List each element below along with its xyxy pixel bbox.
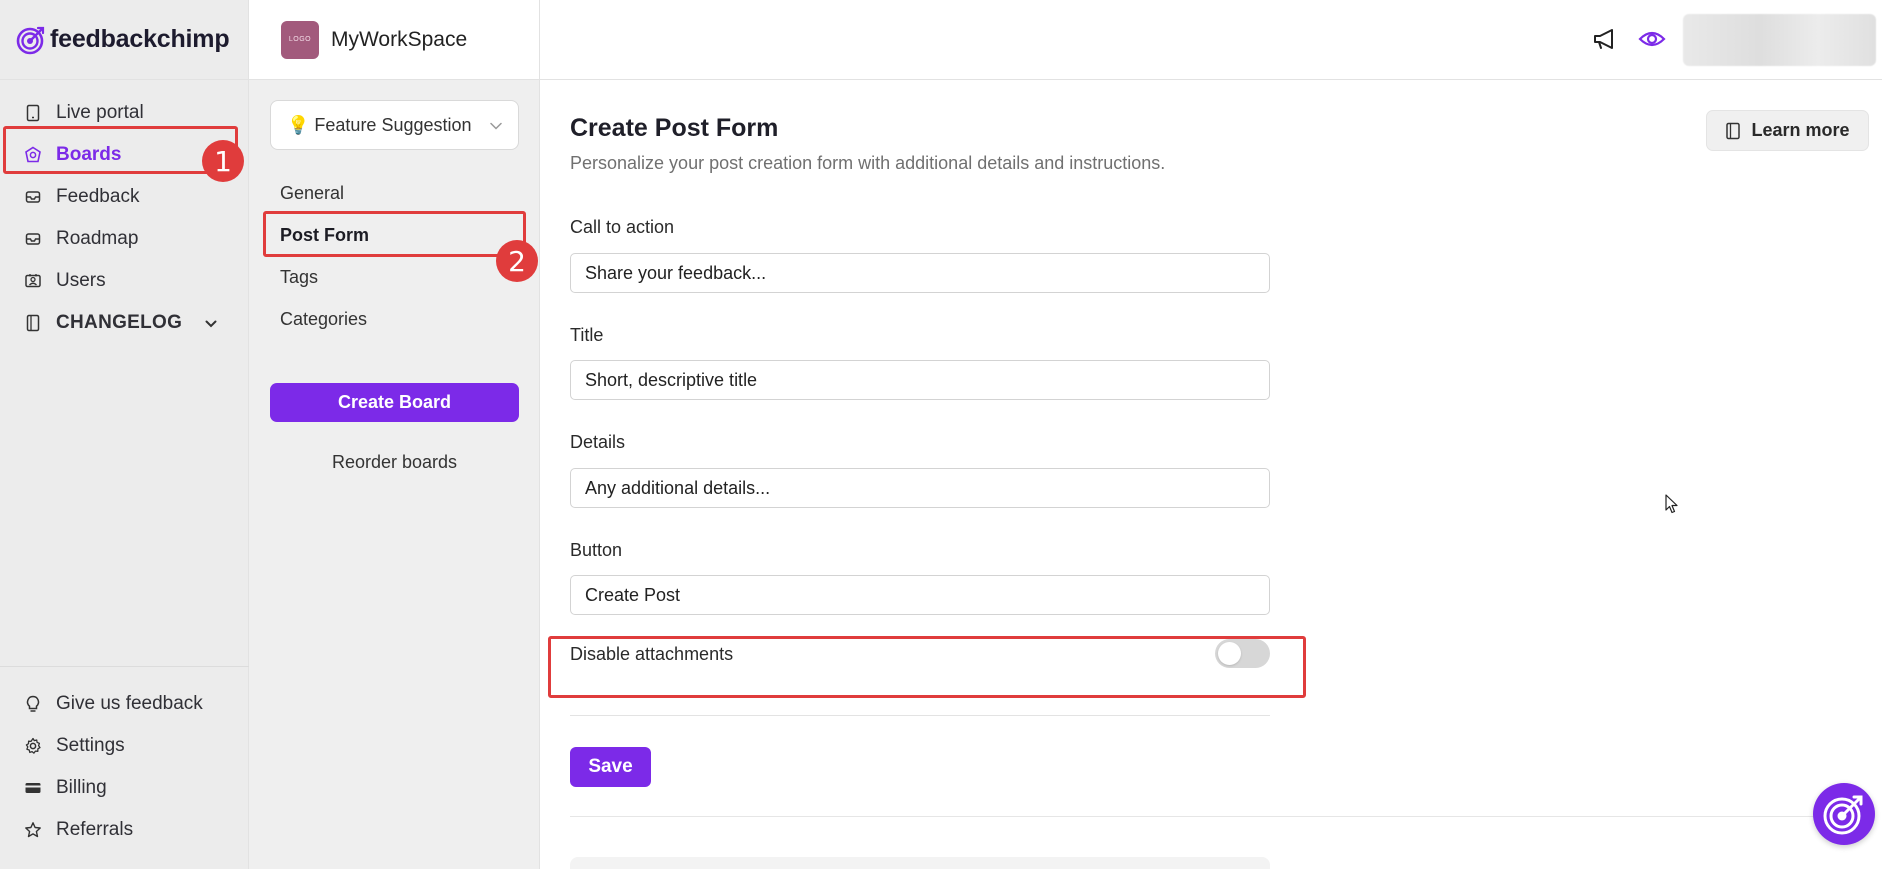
sidebar-item-label: Roadmap bbox=[56, 228, 139, 249]
tab-categories[interactable]: Categories bbox=[249, 298, 540, 340]
sidebar-item-settings[interactable]: Settings bbox=[0, 725, 249, 767]
sidebar-item-give-feedback[interactable]: Give us feedback bbox=[0, 683, 249, 725]
title-input[interactable] bbox=[570, 360, 1270, 400]
chevron-down-icon[interactable] bbox=[204, 315, 218, 337]
call-to-action-label: Call to action bbox=[570, 217, 675, 237]
save-button[interactable]: Save bbox=[570, 747, 651, 787]
gear-icon bbox=[24, 737, 42, 755]
mouse-pointer-icon bbox=[1665, 494, 1679, 519]
sidebar-item-label: Feedback bbox=[56, 186, 140, 207]
workspace-switcher[interactable]: LOGO MyWorkSpace bbox=[249, 0, 539, 80]
sidebar-item-referrals[interactable]: Referrals bbox=[0, 809, 249, 851]
learn-more-label: Learn more bbox=[1751, 120, 1850, 140]
tab-general[interactable]: General bbox=[249, 172, 540, 214]
details-input[interactable] bbox=[570, 468, 1270, 508]
disable-attachments-toggle[interactable] bbox=[1215, 639, 1270, 668]
sidebar-item-label: Boards bbox=[56, 144, 122, 165]
step-badge-1: 1 bbox=[202, 140, 244, 182]
eye-icon[interactable] bbox=[1638, 26, 1666, 52]
book-icon bbox=[24, 314, 42, 332]
sidebar-item-feedback[interactable]: Feedback bbox=[0, 176, 248, 218]
title-label: Title bbox=[570, 325, 604, 345]
button-text-input[interactable] bbox=[570, 575, 1270, 615]
sidebar-item-changelog[interactable]: CHANGELOG bbox=[0, 302, 248, 344]
button-label: Button bbox=[570, 540, 623, 560]
sidebar-bottom-nav: Give us feedback Settings Billing Referr… bbox=[0, 666, 249, 851]
sidebar-item-roadmap[interactable]: Roadmap bbox=[0, 218, 248, 260]
sidebar-item-label: Referrals bbox=[56, 819, 134, 840]
divider bbox=[570, 715, 1270, 716]
sidebar-item-label: Live portal bbox=[56, 102, 144, 123]
details-label: Details bbox=[570, 432, 626, 452]
sidebar-item-label: Users bbox=[56, 270, 106, 291]
card-icon bbox=[24, 779, 42, 797]
brand-name: feedbackchimp bbox=[50, 25, 230, 53]
call-to-action-input[interactable] bbox=[570, 253, 1270, 293]
target-logo-icon bbox=[1823, 795, 1863, 835]
workspace-name: MyWorkSpace bbox=[331, 27, 468, 51]
main-content: Create Post Form Personalize your post c… bbox=[540, 81, 1882, 869]
page-title: Create Post Form bbox=[570, 114, 779, 142]
board-selector[interactable]: 💡 Feature Suggestion bbox=[270, 100, 519, 150]
roadmap-icon bbox=[24, 230, 42, 248]
create-board-button[interactable]: Create Board bbox=[270, 383, 519, 422]
next-section-card bbox=[570, 857, 1270, 869]
learn-more-button[interactable]: Learn more bbox=[1706, 110, 1869, 151]
divider bbox=[570, 816, 1846, 817]
user-profile-avatar[interactable] bbox=[1683, 14, 1876, 66]
sidebar: feedbackchimp Live portal Boards Feedbac… bbox=[0, 0, 249, 869]
sidebar-item-label: Settings bbox=[56, 735, 125, 756]
star-icon bbox=[24, 821, 42, 839]
sidebar-item-label: Billing bbox=[56, 777, 107, 798]
step-badge-2: 2 bbox=[496, 240, 538, 282]
tablet-icon bbox=[24, 104, 42, 122]
toggle-knob bbox=[1218, 642, 1241, 665]
board-selector-value: 💡 Feature Suggestion bbox=[287, 114, 472, 135]
megaphone-icon[interactable] bbox=[1592, 26, 1618, 52]
sidebar-item-billing[interactable]: Billing bbox=[0, 767, 249, 809]
top-bar bbox=[540, 0, 1882, 80]
lightbulb-icon bbox=[24, 695, 42, 713]
sidebar-item-label: Give us feedback bbox=[56, 693, 203, 714]
board-settings-column: LOGO MyWorkSpace 💡 Feature Suggestion Ge… bbox=[249, 0, 540, 869]
support-chat-widget[interactable] bbox=[1813, 783, 1875, 845]
sidebar-item-label: CHANGELOG bbox=[56, 312, 183, 333]
chevron-down-icon bbox=[488, 118, 504, 139]
main-nav: Live portal Boards Feedback Roadmap User… bbox=[0, 80, 248, 344]
page-subtitle: Personalize your post creation form with… bbox=[570, 153, 1166, 173]
disable-attachments-label: Disable attachments bbox=[570, 644, 734, 664]
sidebar-item-users[interactable]: Users bbox=[0, 260, 248, 302]
users-icon bbox=[24, 272, 42, 290]
reorder-boards-link[interactable]: Reorder boards bbox=[249, 452, 540, 473]
disable-attachments-row: Disable attachments bbox=[570, 636, 1270, 674]
sidebar-item-live-portal[interactable]: Live portal bbox=[0, 92, 248, 134]
boards-icon bbox=[24, 146, 42, 164]
book-icon bbox=[1726, 122, 1741, 139]
inbox-icon bbox=[24, 188, 42, 206]
brand-logo[interactable]: feedbackchimp bbox=[0, 0, 248, 80]
tab-post-form[interactable]: Post Form bbox=[249, 214, 540, 256]
workspace-logo: LOGO bbox=[281, 20, 319, 59]
target-logo-icon bbox=[16, 26, 45, 54]
